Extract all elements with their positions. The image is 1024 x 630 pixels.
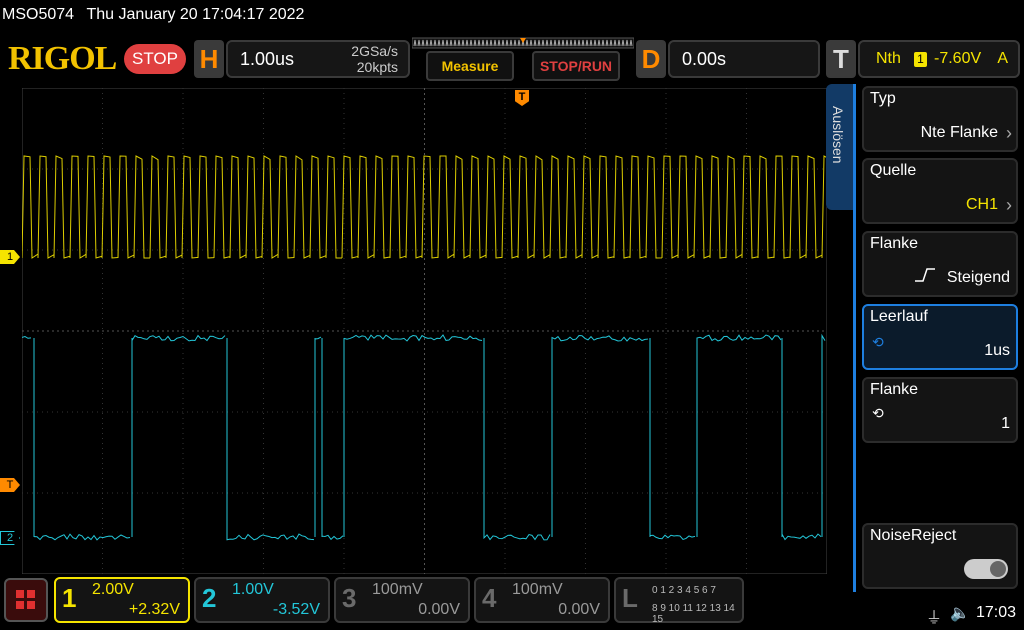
- horizontal-panel[interactable]: 1.00us 2GSa/s 20kpts: [226, 40, 410, 78]
- menu-slope[interactable]: Flanke Steigend: [862, 231, 1018, 297]
- title-bar: MSO5074 Thu January 20 17:04:17 2022: [0, 0, 1024, 30]
- model-name: MSO5074: [2, 6, 74, 23]
- grid-menu-icon: [6, 580, 46, 620]
- datetime: Thu January 20 17:04:17 2022: [87, 6, 305, 23]
- memory-overview: [412, 36, 634, 50]
- side-tab-label: Auslösen: [830, 106, 846, 164]
- channel-3-box[interactable]: 3 100mV 0.00V: [334, 577, 470, 623]
- trigger-source-badge: 1: [914, 52, 927, 67]
- delay-letter[interactable]: D: [636, 40, 666, 78]
- trigger-menu-tab[interactable]: Auslösen: [826, 84, 854, 210]
- channel-1-box[interactable]: 1 2.00V +2.32V: [54, 577, 190, 623]
- rigol-logo: RIGOL: [8, 40, 116, 78]
- rotary-knob-icon: ⟲: [872, 334, 884, 351]
- menu-noise-reject[interactable]: NoiseReject: [862, 523, 1018, 589]
- menu-idle[interactable]: Leerlauf ⟲ 1us: [862, 304, 1018, 370]
- trigger-level: -7.60V: [934, 50, 981, 68]
- channel-2-box[interactable]: 2 1.00V -3.52V: [194, 577, 330, 623]
- chevron-right-icon: ›: [1006, 195, 1012, 216]
- rising-edge-icon: [914, 267, 936, 283]
- trigger-mode: Nth: [876, 50, 901, 68]
- stop-run-button[interactable]: STOP/RUN: [532, 51, 620, 81]
- speaker-muted-icon[interactable]: 🔈: [950, 603, 970, 623]
- trigger-panel[interactable]: Nth 1 -7.60V A: [858, 40, 1020, 78]
- channel-2-marker[interactable]: 2: [0, 531, 20, 545]
- trigger-level-marker[interactable]: T: [0, 478, 20, 492]
- trigger-letter[interactable]: T: [826, 40, 856, 78]
- channel-4-box[interactable]: 4 100mV 0.00V: [474, 577, 610, 623]
- clock-time: 17:03: [976, 604, 1016, 622]
- menu-type[interactable]: Typ Nte Flanke ›: [862, 86, 1018, 152]
- trigger-sweep: A: [997, 50, 1008, 68]
- waveform-display[interactable]: [22, 88, 827, 574]
- sample-rate: 2GSa/s: [351, 43, 398, 59]
- app-menu-button[interactable]: [4, 578, 48, 622]
- menu-edge-count[interactable]: Flanke ⟲ 1: [862, 377, 1018, 443]
- channel-1-marker[interactable]: 1: [0, 250, 20, 264]
- measure-button[interactable]: Measure: [426, 51, 514, 81]
- memory-depth: 20kpts: [357, 59, 398, 75]
- menu-source[interactable]: Quelle CH1 ›: [862, 158, 1018, 224]
- chevron-right-icon: ›: [1006, 123, 1012, 144]
- rotary-knob-icon: ⟲: [872, 405, 884, 422]
- logic-box[interactable]: L 0 1 2 3 4 5 6 7 8 9 10 11 12 13 14 15: [614, 577, 744, 623]
- delay-value: 0.00s: [682, 49, 726, 70]
- noise-reject-toggle[interactable]: [964, 559, 1008, 579]
- menu-border: [853, 84, 856, 592]
- delay-panel[interactable]: 0.00s: [668, 40, 820, 78]
- usb-icon: ⏚: [926, 604, 942, 628]
- timebase-value: 1.00us: [240, 49, 294, 70]
- run-state-badge[interactable]: STOP: [124, 44, 186, 74]
- horizontal-letter[interactable]: H: [194, 40, 224, 78]
